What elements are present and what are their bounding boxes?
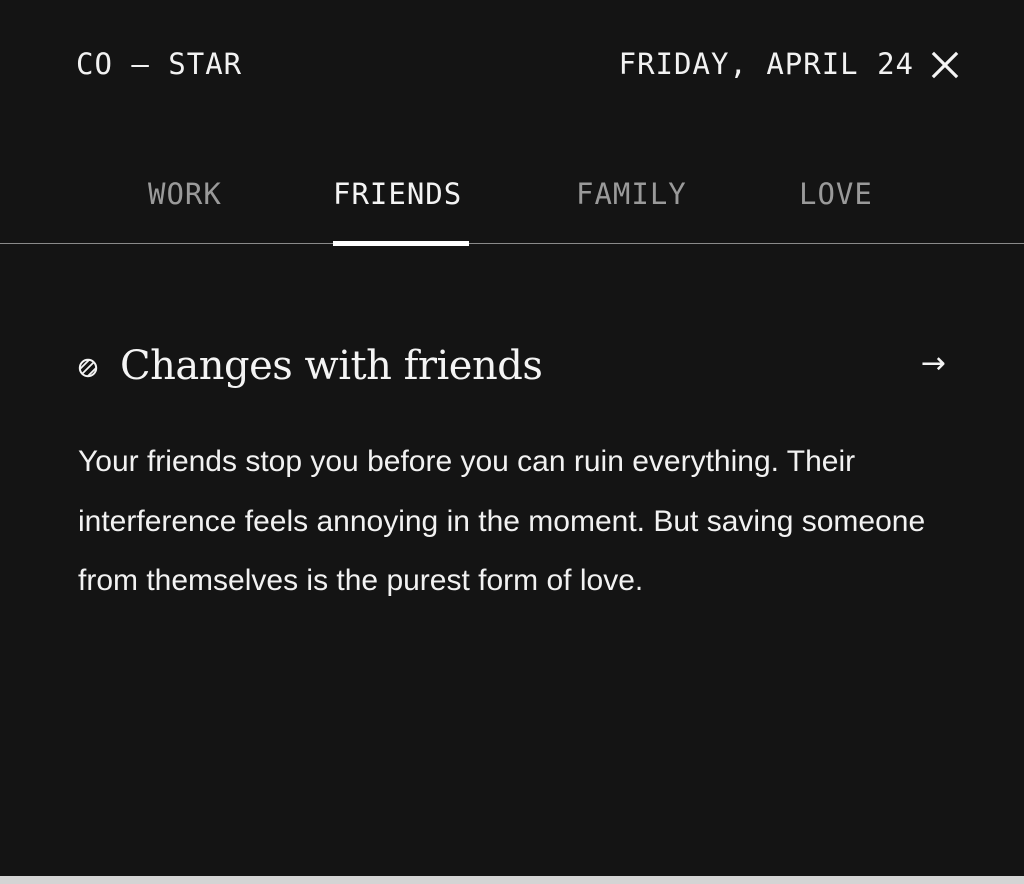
bottom-edge: [0, 876, 1024, 884]
reading-body: Your friends stop you before you can rui…: [78, 445, 926, 597]
brand-logo[interactable]: CO — STAR: [76, 44, 242, 84]
tab-divider: [0, 243, 1024, 244]
reading-header[interactable]: Changes with friends →: [76, 336, 956, 400]
tab-friends[interactable]: FRIENDS: [333, 174, 462, 214]
tab-love[interactable]: LOVE: [799, 174, 873, 214]
tab-work[interactable]: WORK: [148, 174, 222, 214]
close-icon: [931, 51, 959, 79]
active-tab-indicator: [333, 241, 469, 246]
category-tabs: WORK FRIENDS FAMILY LOVE: [0, 160, 1024, 246]
close-button[interactable]: [928, 48, 962, 82]
reading-title: Changes with friends: [120, 343, 543, 389]
date-label: FRIDAY, APRIL 24: [618, 47, 914, 81]
striped-circle-icon: [78, 358, 98, 378]
app-header: CO — STAR FRIDAY, APRIL 24: [0, 0, 1024, 130]
tab-family[interactable]: FAMILY: [576, 174, 687, 214]
arrow-right-icon[interactable]: →: [921, 342, 946, 386]
